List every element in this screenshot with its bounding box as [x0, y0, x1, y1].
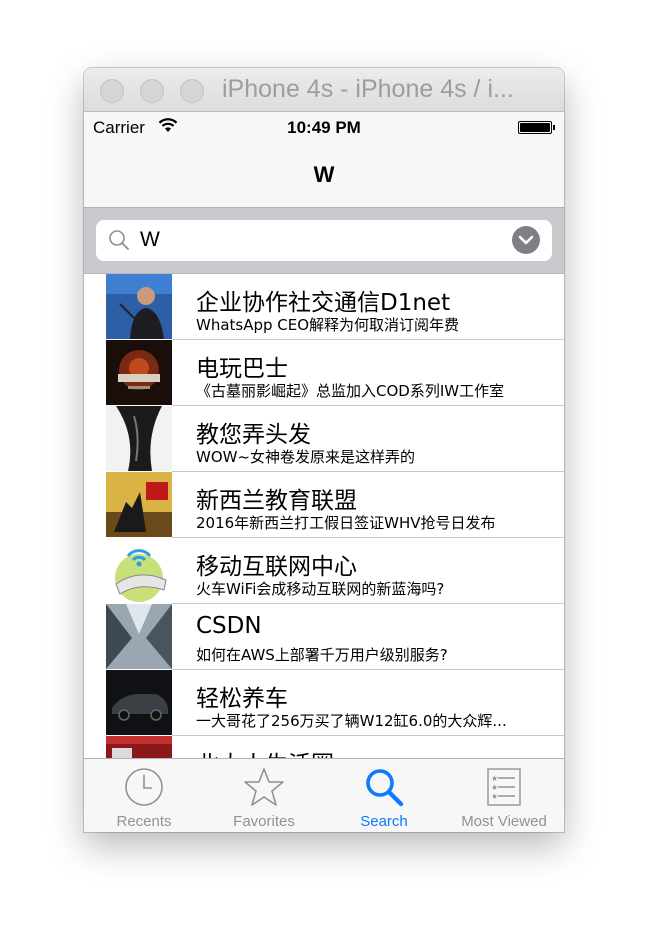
tab-label: Search — [360, 813, 408, 830]
item-title: 电玩巴士 — [196, 356, 288, 382]
tab-label: Most Viewed — [461, 813, 547, 830]
tab-favorites[interactable]: Favorites — [204, 759, 324, 832]
chevron-down-icon — [518, 235, 534, 245]
status-bar: Carrier 10:49 PM — [84, 112, 564, 140]
list-item[interactable]: 北大人生活圈 — [84, 736, 564, 758]
item-subtitle: 如何在AWS上部署千万用户级别服务? — [196, 646, 448, 664]
tab-most-viewed[interactable]: ★ ★ ★ Most Viewed — [444, 759, 564, 832]
close-window-button[interactable] — [100, 79, 124, 103]
list-item[interactable]: CSDN 如何在AWS上部署千万用户级别服务? — [84, 604, 564, 670]
zoom-window-button[interactable] — [180, 79, 204, 103]
list-item[interactable]: 轻松养车 一大哥花了256万买了辆W12缸6.0的大众辉... — [84, 670, 564, 736]
thumbnail-image — [106, 736, 172, 758]
thumbnail-image — [106, 604, 172, 669]
thumbnail-image — [106, 670, 172, 735]
item-subtitle: WhatsApp CEO解释为何取消订阅年费 — [196, 316, 460, 334]
item-subtitle: WOW~女神卷发原来是这样弄的 — [196, 448, 416, 466]
scope-dropdown-button[interactable] — [512, 226, 540, 254]
minimize-window-button[interactable] — [140, 79, 164, 103]
list-item[interactable]: 企业协作社交通信D1net WhatsApp CEO解释为何取消订阅年费 — [84, 274, 564, 340]
item-title: 移动互联网中心 — [196, 554, 357, 580]
svg-text:★: ★ — [491, 783, 498, 792]
item-title: 企业协作社交通信D1net — [196, 290, 451, 316]
item-subtitle: 《古墓丽影崛起》总监加入COD系列IW工作室 — [196, 382, 505, 400]
svg-text:★: ★ — [491, 792, 498, 801]
item-subtitle: 一大哥花了256万买了辆W12缸6.0的大众辉... — [196, 712, 507, 730]
item-subtitle: 火车WiFi会成移动互联网的新蓝海吗? — [196, 580, 445, 598]
search-field[interactable]: W — [96, 220, 552, 261]
battery-icon — [518, 121, 555, 134]
item-title: 轻松养车 — [196, 686, 288, 712]
results-list[interactable]: 企业协作社交通信D1net WhatsApp CEO解释为何取消订阅年费 电玩巴… — [84, 274, 564, 758]
simulator-window: iPhone 4s - iPhone 4s / i... Carrier 10:… — [84, 68, 564, 832]
item-subtitle: 2016年新西兰打工假日签证WHV抢号日发布 — [196, 514, 496, 532]
item-title: 北大人生活圈 — [196, 745, 334, 758]
nav-title: W — [313, 162, 335, 187]
item-title: 新西兰教育联盟 — [196, 488, 357, 514]
thumbnail-image — [106, 340, 172, 405]
window-titlebar: iPhone 4s - iPhone 4s / i... — [84, 68, 564, 112]
search-bar: W — [84, 208, 564, 274]
tab-recents[interactable]: Recents — [84, 759, 204, 832]
list-icon: ★ ★ ★ — [487, 768, 521, 806]
list-item[interactable]: 移动互联网中心 火车WiFi会成移动互联网的新蓝海吗? — [84, 538, 564, 604]
thumbnail-image — [106, 406, 172, 471]
svg-text:★: ★ — [491, 774, 498, 783]
thumbnail-image — [106, 472, 172, 537]
status-time: 10:49 PM — [287, 118, 361, 137]
tab-label: Favorites — [233, 813, 295, 830]
phone-screen: Carrier 10:49 PM W W 企业协作社交通信D1net Whats… — [84, 112, 564, 832]
tab-search[interactable]: Search — [324, 759, 444, 832]
item-title: CSDN — [196, 613, 262, 639]
tab-bar: Recents Favorites Search ★ ★ ★ Most View… — [84, 758, 564, 832]
magnifier-icon — [108, 229, 130, 255]
tab-label: Recents — [116, 813, 172, 830]
item-title: 教您弄头发 — [196, 422, 311, 448]
clock-icon — [125, 768, 163, 806]
search-icon — [366, 769, 404, 807]
navigation-bar: W — [84, 140, 564, 208]
thumbnail-image — [106, 538, 172, 603]
window-title: iPhone 4s - iPhone 4s / i... — [222, 75, 514, 103]
list-item[interactable]: 新西兰教育联盟 2016年新西兰打工假日签证WHV抢号日发布 — [84, 472, 564, 538]
list-item[interactable]: 教您弄头发 WOW~女神卷发原来是这样弄的 — [84, 406, 564, 472]
thumbnail-image — [106, 274, 172, 339]
list-item[interactable]: 电玩巴士 《古墓丽影崛起》总监加入COD系列IW工作室 — [84, 340, 564, 406]
search-input[interactable]: W — [140, 228, 160, 252]
star-icon — [244, 768, 284, 806]
